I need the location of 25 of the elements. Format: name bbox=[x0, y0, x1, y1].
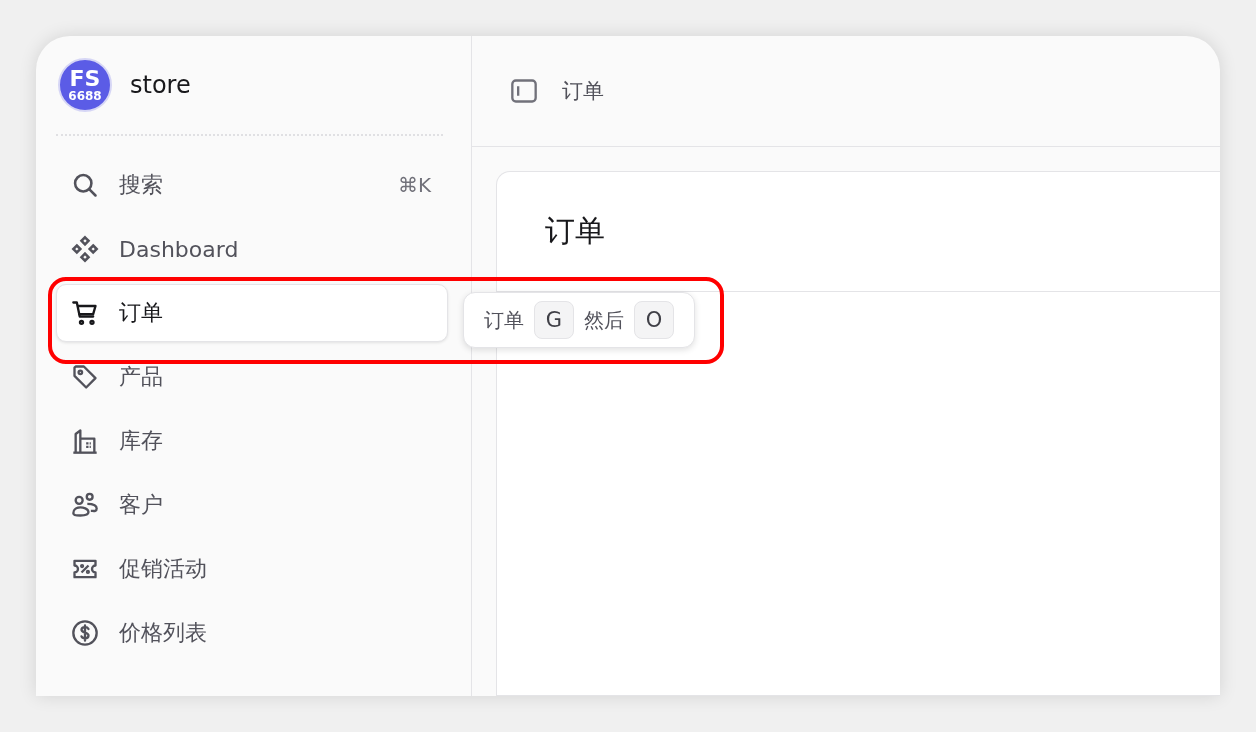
nav-item[interactable]: 库存 bbox=[56, 412, 448, 470]
key-cap: G bbox=[534, 301, 574, 339]
workspace-name: store bbox=[130, 71, 191, 99]
shortcut-hint: ⌘K bbox=[397, 173, 431, 197]
nav-item[interactable]: 订单 bbox=[56, 284, 448, 342]
nav-item[interactable]: 客户 bbox=[56, 476, 448, 534]
nav-item[interactable]: 搜索 ⌘K bbox=[56, 156, 448, 214]
tooltip-label: 订单 bbox=[484, 306, 524, 334]
tooltip-text: 然后 bbox=[584, 306, 624, 334]
breadcrumb: 订单 bbox=[562, 78, 604, 105]
cart-icon bbox=[71, 299, 99, 327]
nav-item[interactable]: 促销活动 bbox=[56, 540, 448, 598]
users-icon bbox=[71, 491, 99, 519]
dollar-coin-icon bbox=[71, 619, 99, 647]
diamonds-icon bbox=[71, 235, 99, 263]
building-icon bbox=[71, 427, 99, 455]
nav-item[interactable]: 产品 bbox=[56, 348, 448, 406]
page-title: 订单 bbox=[545, 212, 605, 250]
nav-item[interactable]: 价格列表 bbox=[56, 604, 448, 662]
search-icon bbox=[71, 171, 99, 199]
tag-icon bbox=[71, 363, 99, 391]
key-cap: O bbox=[634, 301, 674, 339]
sidebar-toggle-icon[interactable] bbox=[510, 77, 538, 105]
nav-item[interactable]: Dashboard bbox=[56, 220, 448, 278]
workspace-logo[interactable]: FS 6688 bbox=[58, 58, 112, 112]
